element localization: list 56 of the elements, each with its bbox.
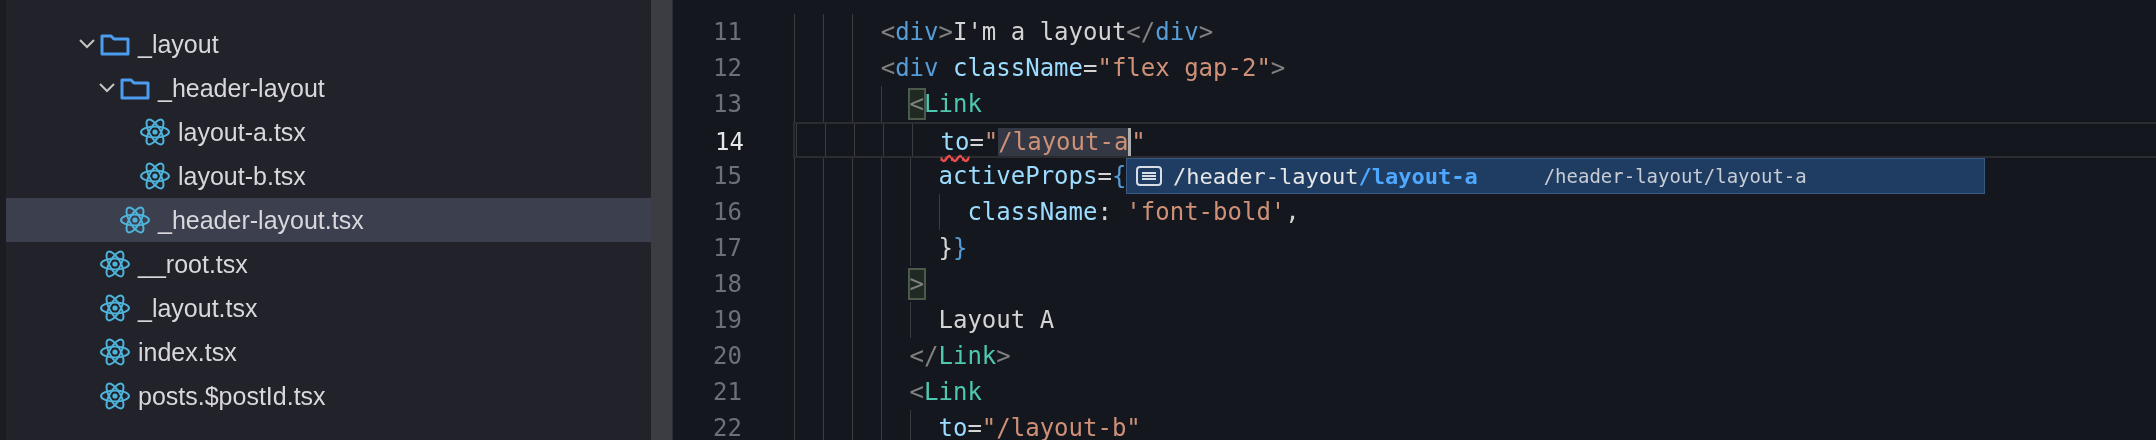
code-line: <div>I'm a layout</div> (794, 13, 1214, 50)
scrollbar[interactable] (651, 0, 672, 440)
react-icon (99, 337, 131, 367)
code-line: }} (794, 229, 968, 266)
file-name: __root.tsx (138, 249, 248, 279)
file-name: _header-layout.tsx (158, 205, 364, 235)
line-number: 21 (712, 376, 743, 408)
code-line: </Link> (794, 337, 1011, 374)
react-icon (99, 381, 131, 411)
file-name: index.tsx (138, 337, 237, 367)
autocomplete-popup[interactable]: /header-layout/layout-a /header-layout/layout-a (1126, 158, 1985, 194)
code-line: Layout A (794, 301, 1055, 338)
line-number: 11 (712, 16, 743, 48)
line-number: 16 (712, 196, 743, 228)
code-line: to="/layout-a" (796, 123, 1146, 156)
folder-icon (100, 32, 130, 56)
file-name: posts.$postId.tsx (138, 381, 326, 411)
line-number: 12 (712, 52, 743, 84)
folder-icon (120, 76, 150, 100)
file-name: _header-layout (158, 73, 325, 103)
tree-item[interactable]: _header-layout (6, 66, 651, 110)
tree-item[interactable]: _layout.tsx (6, 286, 651, 330)
react-icon (99, 293, 131, 323)
react-icon (99, 249, 131, 279)
suggestion-detail: /header-layout/layout-a (1543, 165, 1807, 187)
line-number: 20 (712, 340, 743, 372)
code-line: <Link (794, 85, 982, 122)
code-line: to="/layout-b" (794, 409, 1141, 440)
file-name: layout-a.tsx (178, 117, 306, 147)
code-line: <Link (794, 373, 982, 410)
code-line: > (794, 265, 925, 302)
line-number: 15 (712, 160, 743, 192)
text-lines-icon (1135, 165, 1163, 187)
tree-item[interactable]: layout-a.tsx (6, 110, 651, 154)
code-line: <div className="flex gap-2"> (794, 49, 1286, 86)
suggestion-label[interactable]: /header-layout/layout-a (1173, 163, 1478, 189)
code-line: activeProps={ (794, 157, 1127, 194)
react-icon (119, 205, 151, 235)
line-number: 18 (712, 268, 743, 300)
line-number: 14 (714, 126, 745, 156)
file-name: _layout (138, 29, 219, 59)
react-icon (139, 161, 171, 191)
line-number: 13 (712, 88, 743, 120)
tree-item[interactable]: layout-b.tsx (6, 154, 651, 198)
line-number: 19 (712, 304, 743, 336)
tree-item[interactable]: _layout (6, 22, 651, 66)
tree-item[interactable]: posts.$postId.tsx (6, 374, 651, 418)
file-name: _layout.tsx (138, 293, 258, 323)
tree-item[interactable]: __root.tsx (6, 242, 651, 286)
line-number: 22 (712, 412, 743, 440)
tree-item[interactable]: _header-layout.tsx (6, 198, 651, 242)
file-name: layout-b.tsx (178, 161, 306, 191)
react-icon (139, 117, 171, 147)
code-line: className: 'font-bold', (794, 193, 1300, 230)
tree-item[interactable]: index.tsx (6, 330, 651, 374)
line-number: 17 (712, 232, 743, 264)
